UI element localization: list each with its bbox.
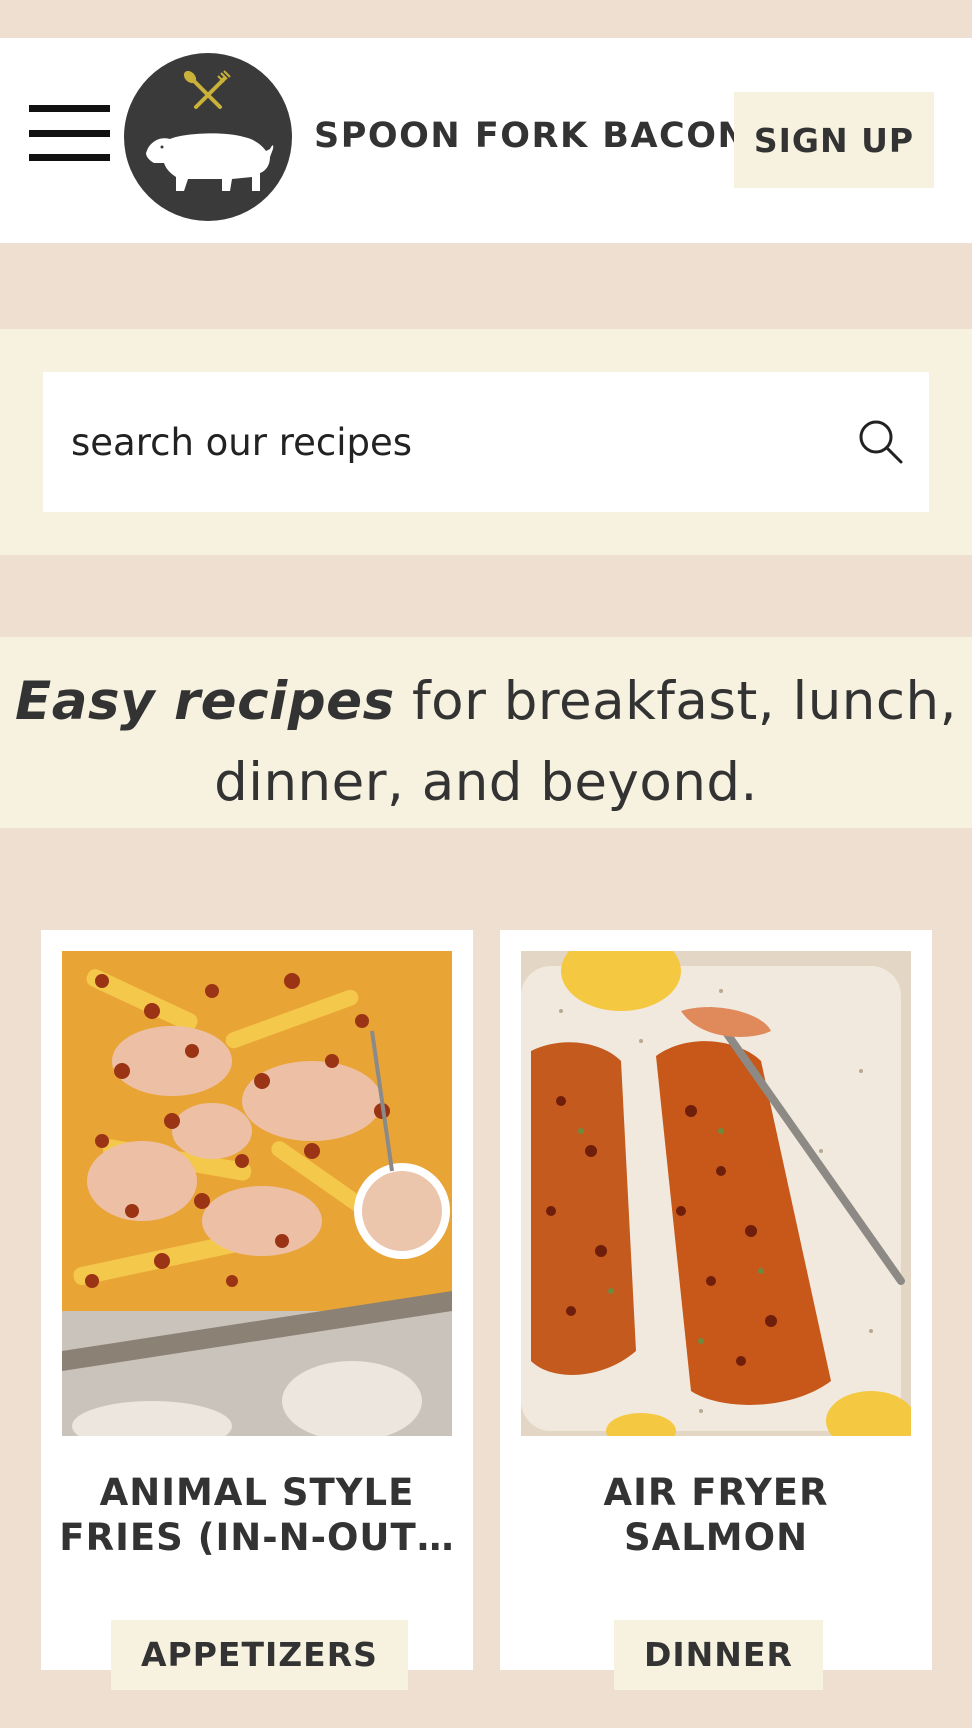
recipe-title[interactable]: AIR FRYER SALMON <box>510 1470 922 1560</box>
search-box <box>43 372 929 512</box>
recipe-photo-animal-style-fries[interactable] <box>62 951 452 1436</box>
recipe-card[interactable]: ANIMAL STYLE FRIES (IN-N-OUT… APPETIZERS <box>41 930 473 1690</box>
hamburger-menu-icon[interactable] <box>29 105 110 163</box>
search-section <box>0 329 972 555</box>
salmon-photo <box>521 951 911 1436</box>
tagline: Easy recipes for breakfast, lunch, dinne… <box>0 661 972 823</box>
sign-up-button[interactable]: SIGN UP <box>734 92 934 188</box>
recipe-card[interactable]: AIR FRYER SALMON DINNER <box>500 930 932 1690</box>
tagline-emphasis: Easy recipes <box>15 671 395 732</box>
site-header: SPOON FORK BACON SIGN UP <box>0 38 972 243</box>
recipe-category-tag[interactable]: APPETIZERS <box>111 1620 408 1690</box>
recipe-title[interactable]: ANIMAL STYLE FRIES (IN-N-OUT… <box>51 1470 463 1560</box>
search-input[interactable] <box>71 410 831 474</box>
tagline-section: Easy recipes for breakfast, lunch, dinne… <box>0 637 972 828</box>
pig-fork-spoon-logo-icon <box>146 70 274 191</box>
site-logo[interactable] <box>124 53 292 221</box>
brand-name[interactable]: SPOON FORK BACON <box>314 116 748 156</box>
fries-photo <box>62 951 452 1436</box>
search-icon[interactable] <box>853 414 909 470</box>
recipe-category-tag[interactable]: DINNER <box>614 1620 823 1690</box>
recipe-photo-air-fryer-salmon[interactable] <box>521 951 911 1436</box>
